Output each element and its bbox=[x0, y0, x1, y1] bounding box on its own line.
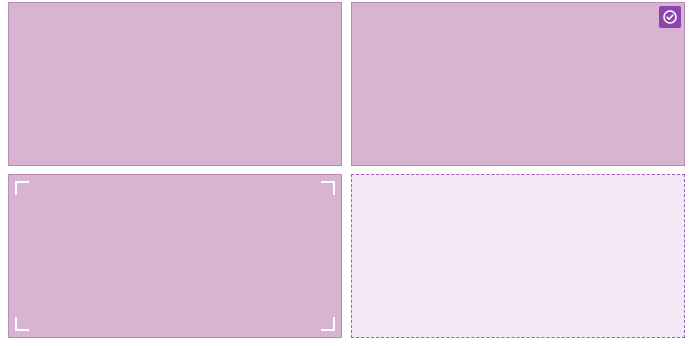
focus-corner-top-right-icon bbox=[321, 181, 335, 195]
check-circle-icon bbox=[659, 6, 681, 28]
focus-corner-top-left-icon bbox=[15, 181, 29, 195]
tile-card-selected[interactable] bbox=[351, 2, 685, 166]
tile-card-default[interactable] bbox=[8, 2, 342, 166]
tile-card-focused[interactable] bbox=[8, 174, 342, 338]
focus-corner-bottom-left-icon bbox=[15, 317, 29, 331]
empty-drop-zone[interactable] bbox=[351, 174, 685, 338]
focus-corner-bottom-right-icon bbox=[321, 317, 335, 331]
tile-grid bbox=[0, 0, 690, 346]
